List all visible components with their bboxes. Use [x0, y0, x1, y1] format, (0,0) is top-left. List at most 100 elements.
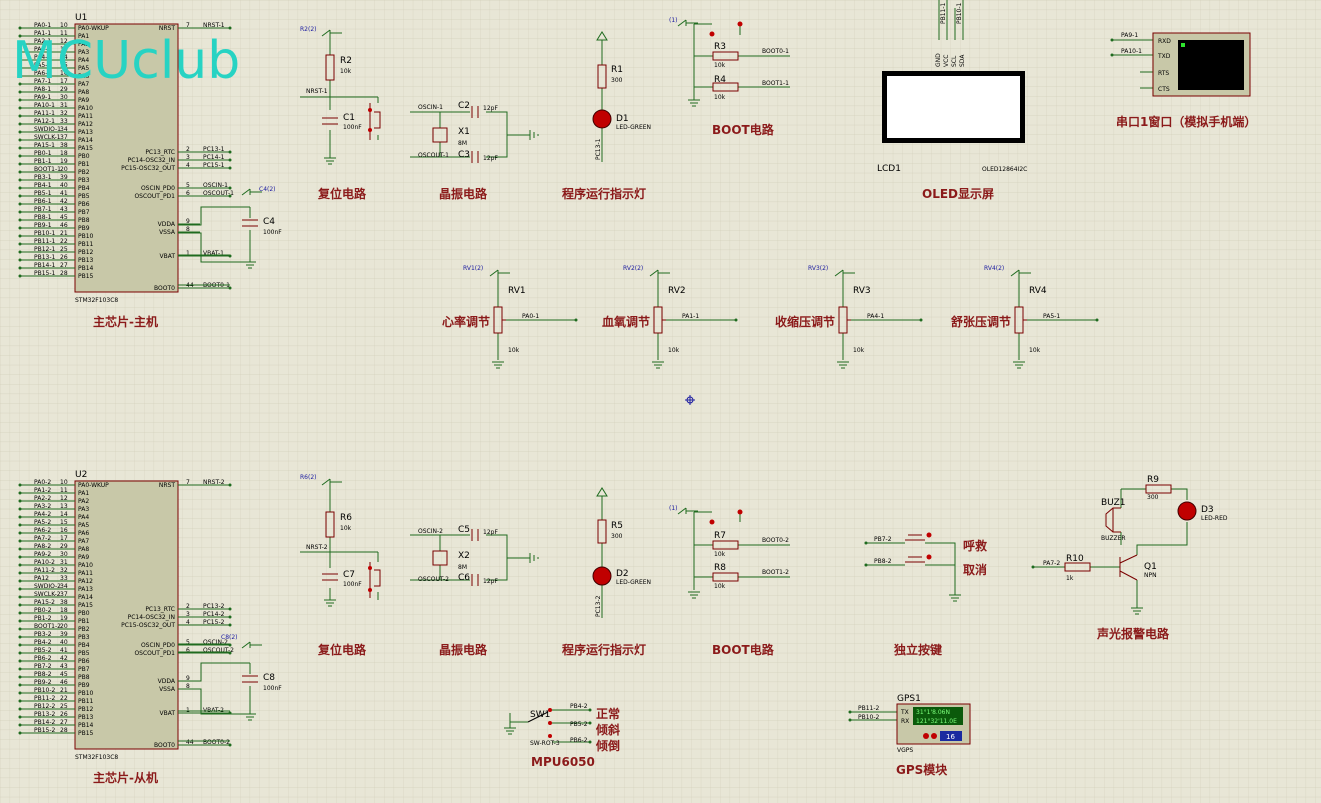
svg-text:R10: R10 [1066, 554, 1084, 564]
pin-net-label: SWDIO-2 [34, 583, 61, 590]
pin-name: PA12 [78, 578, 93, 585]
svg-text:10k: 10k [714, 583, 726, 590]
svg-text:R9: R9 [1147, 475, 1159, 485]
svg-text:(1): (1) [669, 505, 678, 512]
pin-name: PB10 [78, 690, 94, 697]
svg-text:38: 38 [60, 599, 68, 606]
pin-name: PB11 [78, 241, 94, 248]
svg-text:19: 19 [60, 615, 68, 622]
svg-text:42: 42 [60, 655, 68, 662]
svg-text:34: 34 [60, 126, 68, 133]
pin-name: PB4 [78, 185, 90, 192]
svg-text:BOOT1-1: BOOT1-1 [762, 80, 789, 87]
svg-text:VDDA: VDDA [158, 678, 176, 685]
pin-net-label: PC15-1 [203, 162, 225, 169]
pin-name: PB5 [78, 650, 90, 657]
svg-text:10: 10 [60, 22, 68, 29]
pin-net-label: PA10-1 [34, 102, 55, 109]
svg-text:R6: R6 [340, 513, 352, 523]
svg-text:12pF: 12pF [483, 155, 498, 162]
svg-text:C3: C3 [458, 150, 470, 160]
svg-text:28: 28 [60, 270, 68, 277]
svg-text:12: 12 [60, 495, 68, 502]
pin-name: PB8 [78, 217, 90, 224]
pin-name: PB12 [78, 706, 94, 713]
pin-name: PA7 [78, 538, 89, 545]
pin-net-label: PA2-2 [34, 495, 51, 502]
pin-name: PB1 [78, 161, 90, 168]
pin-net-label: SWCLK-2 [34, 591, 61, 598]
svg-text:R2: R2 [340, 56, 352, 66]
svg-text:NRST-2: NRST-2 [306, 544, 328, 551]
svg-text:OSCIN-2: OSCIN-2 [418, 528, 443, 535]
svg-text:PA10-1: PA10-1 [1121, 48, 1142, 55]
svg-text:2: 2 [186, 603, 190, 610]
svg-text:NRST-1: NRST-1 [306, 88, 328, 95]
pin-net-label: PB11-1 [34, 238, 56, 245]
svg-text:倾斜: 倾斜 [595, 722, 620, 737]
svg-text:PA4-1: PA4-1 [867, 313, 884, 320]
svg-text:PC13_RTC: PC13_RTC [145, 606, 175, 613]
pot-label: 舒张压调节 [950, 314, 1011, 329]
svg-text:8M: 8M [458, 140, 467, 147]
pin-name: PB7 [78, 209, 90, 216]
pin-name: PB14 [78, 722, 94, 729]
svg-text:RV4: RV4 [1029, 286, 1047, 296]
svg-text:42: 42 [60, 198, 68, 205]
svg-text:VSSA: VSSA [159, 229, 176, 236]
pot-label: 血氧调节 [602, 314, 650, 329]
svg-text:C8: C8 [263, 673, 275, 683]
pin-net-label: PA0-1 [34, 22, 51, 29]
pin-name: PB3 [78, 177, 90, 184]
pin-net-label: PB1-2 [34, 615, 52, 622]
led-caption-master: 程序运行指示灯 [562, 186, 646, 201]
pin-name: PA13 [78, 586, 93, 593]
crystal-caption-master: 晶振电路 [439, 186, 488, 201]
pin-net-label: PC13-1 [203, 146, 225, 153]
svg-text:PC15-OSC32_OUT: PC15-OSC32_OUT [121, 622, 175, 629]
svg-text:C6: C6 [458, 573, 470, 583]
mcu-master-part: STM32F103C8 [75, 297, 118, 304]
svg-text:PB10-2: PB10-2 [858, 714, 880, 721]
pin-name: PB2 [78, 169, 90, 176]
svg-text:41: 41 [60, 190, 68, 197]
pin-name: PA13 [78, 129, 93, 136]
pin-net-label: PA12-1 [34, 118, 55, 125]
svg-text:22: 22 [60, 238, 68, 245]
svg-text:43: 43 [60, 206, 68, 213]
svg-text:300: 300 [611, 77, 623, 84]
pin-net-label: PA5-2 [34, 519, 51, 526]
svg-text:100nF: 100nF [343, 124, 362, 131]
svg-text:4: 4 [186, 162, 190, 169]
svg-text:RV2(2): RV2(2) [623, 265, 643, 272]
pin-net-label: PB11-2 [34, 695, 56, 702]
svg-text:10k: 10k [714, 94, 726, 101]
svg-text:7: 7 [186, 22, 190, 29]
svg-text:PB4-2: PB4-2 [570, 703, 588, 710]
pin-net-label: PA7-2 [34, 535, 51, 542]
svg-text:PB5-2: PB5-2 [570, 721, 588, 728]
pin-net-label: PA11-1 [34, 110, 55, 117]
pin-name: PB1 [78, 618, 90, 625]
svg-text:LCD1: LCD1 [877, 164, 901, 174]
svg-text:BOOT0: BOOT0 [154, 285, 175, 292]
svg-text:29: 29 [60, 543, 68, 550]
key-label-cancel: 取消 [963, 562, 987, 577]
svg-text:C4(2): C4(2) [259, 186, 276, 193]
pin-net-label: PB4-2 [34, 639, 52, 646]
svg-text:21: 21 [60, 230, 68, 237]
svg-text:PB11-2: PB11-2 [858, 705, 880, 712]
pin-net-label: PB10-1 [34, 230, 56, 237]
svg-text:300: 300 [611, 533, 623, 540]
uart-caption: 串口1窗口（模拟手机端） [1116, 114, 1256, 129]
pin-net-label: PB8-1 [34, 214, 52, 221]
pin-name: PA14 [78, 137, 93, 144]
alarm-caption: 声光报警电路 [1096, 626, 1170, 641]
svg-text:C7: C7 [343, 570, 355, 580]
mcu-slave-ref: U2 [75, 470, 87, 480]
pin-net-label: PC14-2 [203, 611, 225, 618]
pin-net-label: PB10-2 [34, 687, 56, 694]
svg-text:300: 300 [1147, 494, 1159, 501]
svg-text:OSCIN_PD0: OSCIN_PD0 [141, 185, 175, 192]
svg-text:26: 26 [60, 254, 68, 261]
